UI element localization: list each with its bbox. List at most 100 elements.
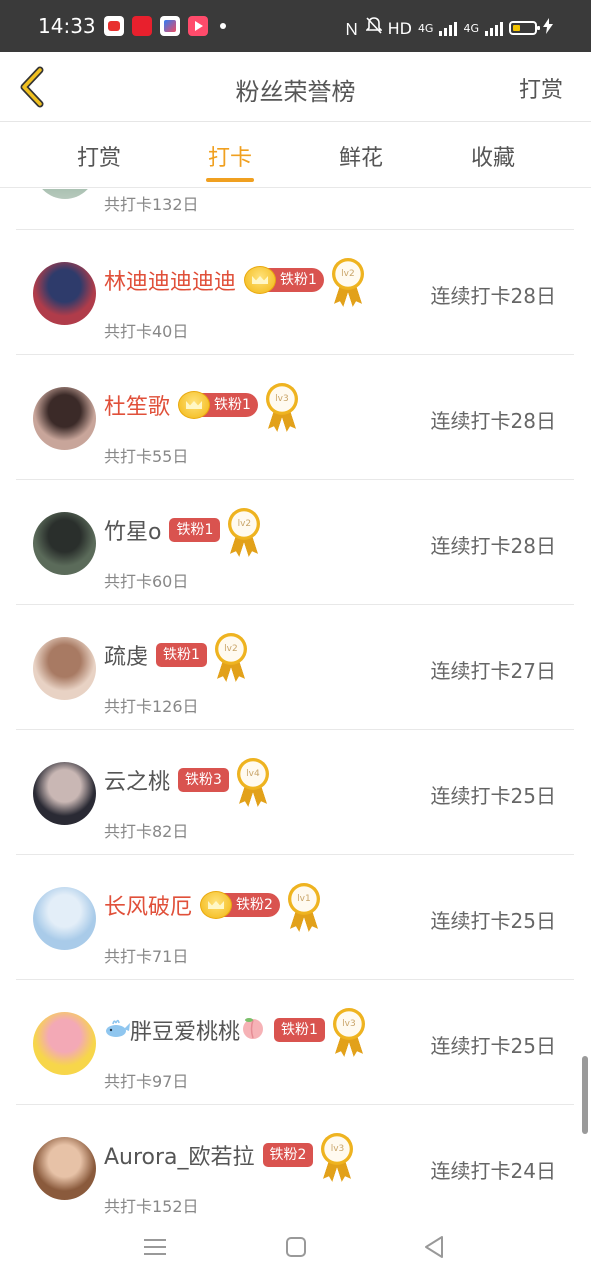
avatar[interactable]: [33, 637, 96, 700]
name-line: 胖豆爱桃桃 铁粉1 lv3: [104, 1008, 367, 1048]
crown-icon: [200, 891, 233, 919]
status-time: 14:33: [38, 14, 96, 38]
tab-favorites[interactable]: 收藏: [448, 140, 538, 172]
streak-days: 连续打卡25日: [430, 909, 556, 933]
avatar[interactable]: [33, 1137, 96, 1200]
back-nav-button[interactable]: [420, 1232, 450, 1262]
user-name[interactable]: 胖豆爱桃桃: [130, 1014, 240, 1046]
streak-days: 连续打卡28日: [430, 534, 556, 558]
list-item[interactable]: 林迪迪迪迪迪 铁粉1 lv2 共打卡40日 连续打卡28日: [16, 230, 574, 355]
user-name[interactable]: 竹星o: [104, 514, 161, 546]
list-item[interactable]: 竹星o 铁粉1 lv2 共打卡60日 连续打卡28日: [16, 480, 574, 605]
avatar[interactable]: [33, 1012, 96, 1075]
nfc-icon: Ｎ: [343, 20, 360, 39]
avatar[interactable]: [34, 189, 96, 199]
list-item[interactable]: 杜笙歌 铁粉1 lv3 共打卡55日 连续打卡28日: [16, 355, 574, 480]
fan-badges: 铁粉1 lv3: [274, 1002, 367, 1058]
fan-level-badge: 铁粉2: [224, 893, 280, 917]
tab-reward[interactable]: 打赏: [54, 140, 144, 172]
system-navigation-bar: [0, 1220, 591, 1280]
streak-days: 连续打卡25日: [430, 1034, 556, 1058]
medal-level-label: lv4: [246, 769, 260, 779]
scrollbar[interactable]: [582, 1056, 588, 1134]
status-indicators: Ｎ HD 4G 4G: [344, 16, 553, 40]
menu-icon: [144, 1239, 166, 1255]
red-app-icon: [132, 16, 152, 36]
signal-1-icon: [439, 20, 458, 36]
medal-level-label: lv3: [342, 1019, 356, 1029]
peach-emoji-icon: [240, 1016, 266, 1044]
fan-badges: 铁粉2 lv1: [200, 877, 322, 933]
fan-level-badge: 铁粉1: [274, 1018, 325, 1042]
user-name[interactable]: 云之桃: [104, 764, 170, 796]
list-item[interactable]: Aurora_欧若拉 铁粉2 lv3 共打卡152日 连续打卡24日: [16, 1105, 574, 1220]
user-name[interactable]: 杜笙歌: [104, 389, 170, 421]
fan-badges: 铁粉1 lv2: [156, 627, 249, 683]
user-name[interactable]: 疏虔: [104, 639, 148, 671]
video-app-icon: [160, 16, 180, 36]
total-checkin-days: 共打卡55日: [104, 447, 189, 466]
reward-button[interactable]: 打赏: [519, 72, 563, 104]
name-line: 竹星o 铁粉1 lv2: [104, 508, 262, 548]
medal-level-label: lv1: [297, 894, 311, 904]
total-checkin-days: 共打卡132日: [104, 195, 199, 214]
medal-level-label: lv3: [330, 1144, 345, 1154]
avatar[interactable]: [33, 262, 96, 325]
fan-badges: 铁粉1 lv3: [178, 377, 300, 433]
avatar[interactable]: [33, 387, 96, 450]
list-item[interactable]: 云之桃 铁粉3 lv4 共打卡82日 连续打卡25日: [16, 730, 574, 855]
streak-days: 连续打卡28日: [430, 409, 556, 433]
user-name[interactable]: 林迪迪迪迪迪: [104, 264, 236, 296]
streak-days: 连续打卡27日: [430, 659, 556, 683]
fan-level-badge: 铁粉2: [262, 1143, 314, 1167]
total-checkin-days: 共打卡97日: [104, 1072, 189, 1091]
fan-level-badge: 铁粉1: [169, 518, 221, 542]
streak-days: 连续打卡28日: [430, 284, 556, 308]
play-app-icon: [188, 16, 208, 36]
total-checkin-days: 共打卡71日: [104, 947, 189, 966]
avatar[interactable]: [33, 887, 96, 950]
tab-bar: 打赏 打卡 鲜花 收藏: [0, 122, 591, 188]
streak-days: 连续打卡25日: [430, 784, 556, 808]
avatar[interactable]: [33, 762, 96, 825]
medal-icon: lv2: [330, 258, 366, 308]
medal-icon: lv4: [235, 758, 271, 808]
signal-1-label: 4G: [417, 21, 434, 35]
menu-nav-button[interactable]: [140, 1232, 170, 1262]
notification-icons: [104, 16, 226, 36]
name-line: 疏虔 铁粉1 lv2: [104, 633, 249, 673]
list-item-partial[interactable]: 共打卡132日: [16, 189, 574, 230]
medal-level-label: lv3: [275, 394, 289, 404]
hd-label: HD: [387, 18, 412, 38]
fan-badges: 铁粉2 lv3: [262, 1127, 356, 1183]
tab-flowers[interactable]: 鲜花: [316, 140, 406, 172]
total-checkin-days: 共打卡82日: [104, 822, 189, 841]
streak-days: 连续打卡24日: [430, 1159, 556, 1183]
tab-checkin[interactable]: 打卡: [185, 140, 275, 172]
user-name[interactable]: Aurora_欧若拉: [104, 1139, 255, 1171]
total-checkin-days: 共打卡60日: [104, 572, 189, 591]
total-checkin-days: 共打卡126日: [104, 697, 199, 716]
list-item[interactable]: 胖豆爱桃桃 铁粉1 lv3 共打卡97日 连续打卡25日: [16, 980, 574, 1105]
total-checkin-days: 共打卡152日: [104, 1197, 199, 1216]
crown-icon: [178, 391, 211, 419]
name-line: 长风破厄 铁粉2 lv1: [104, 883, 322, 923]
charging-icon: [543, 18, 553, 38]
fan-ranking-list[interactable]: 共打卡132日 林迪迪迪迪迪 铁粉1 lv2 共打卡40日 连续打卡28日 杜笙歌 铁粉1 l…: [16, 189, 574, 1220]
user-name[interactable]: 长风破厄: [104, 889, 192, 921]
app-header: 粉丝荣誉榜 打赏: [0, 52, 591, 122]
fan-level-badge: 铁粉1: [202, 393, 258, 417]
medal-level-label: lv2: [341, 269, 355, 279]
back-triangle-icon: [425, 1236, 443, 1258]
medal-level-label: lv2: [237, 519, 252, 529]
crown-icon: [244, 266, 277, 294]
status-bar: 14:33 Ｎ HD 4G 4G: [0, 0, 591, 52]
mute-bell-icon: [364, 17, 383, 39]
medal-icon: lv3: [319, 1133, 355, 1183]
fan-badges: 铁粉1 lv2: [169, 502, 262, 558]
home-nav-button[interactable]: [281, 1232, 311, 1262]
list-item[interactable]: 长风破厄 铁粉2 lv1 共打卡71日 连续打卡25日: [16, 855, 574, 980]
fan-level-badge: 铁粉3: [178, 768, 229, 792]
avatar[interactable]: [33, 512, 96, 575]
list-item[interactable]: 疏虔 铁粉1 lv2 共打卡126日 连续打卡27日: [16, 605, 574, 730]
